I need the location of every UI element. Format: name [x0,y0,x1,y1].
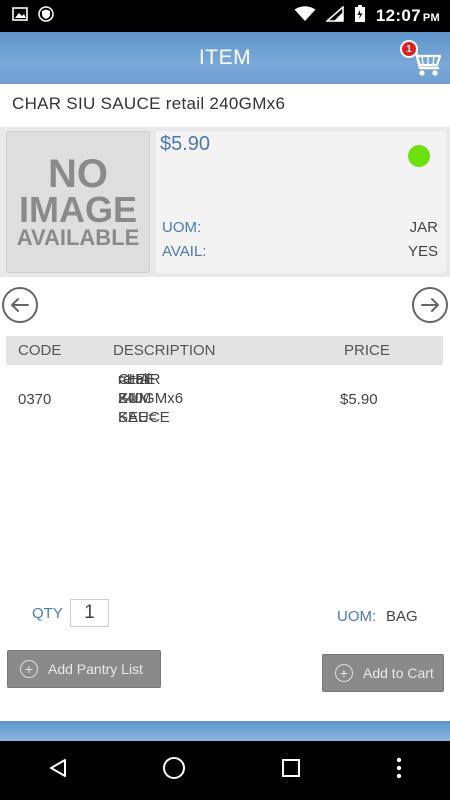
table-row[interactable]: 0370 CHAR SIU SAUCE retail 240GMx6 =LEE … [6,365,443,437]
back-button[interactable] [47,757,69,784]
plus-icon: + [335,664,353,682]
add-to-cart-button[interactable]: + Add to Cart [322,654,444,692]
avail-value: YES [407,243,438,260]
bottom-divider [0,721,450,741]
uom-label: UOM: [162,219,202,236]
item-table: CODE DESCRIPTION PRICE 0370 CHAR SIU SAU… [6,336,443,437]
item-price: $5.90 [160,133,211,155]
uom-row: UOM: JAR [162,219,438,236]
app-bar: ITEM 1 [0,32,450,84]
arrow-left-icon [11,298,29,312]
header-code: CODE [18,342,62,359]
clock: 12:07 PM [375,6,440,25]
signal-icon [324,4,344,27]
add-pantry-list-label: Add Pantry List [48,661,143,677]
battery-icon [354,4,366,28]
back-triangle-icon [49,759,66,777]
home-circle-icon [163,757,186,779]
uom-value: JAR [409,219,438,236]
system-nav-bar [0,741,450,800]
row-code: 0370 [18,391,52,408]
row-price: $5.90 [340,391,378,408]
previous-item-button[interactable] [2,287,38,323]
no-image-placeholder: NO IMAGE AVAILABLE [6,131,150,273]
availability-indicator [408,145,430,167]
header-price: PRICE [344,342,390,359]
qty-input[interactable]: 1 [70,599,109,627]
no-image-line-1: NO [48,152,108,197]
page-title: ITEM [198,46,252,69]
home-button[interactable] [162,756,186,785]
recents-button[interactable] [280,757,302,784]
shield-icon [38,5,54,27]
status-bar: 12:07 PM [0,0,450,32]
cart-button[interactable]: 1 [400,38,444,80]
table-header: CODE DESCRIPTION PRICE [6,336,443,365]
wifi-icon [294,5,316,27]
plus-icon: + [20,660,38,678]
gallery-icon [12,6,28,27]
next-item-button[interactable] [412,287,448,323]
no-image-line-3: AVAILABLE [16,224,140,250]
order-uom-value[interactable]: BAG [386,608,418,625]
row-description-line: =LEE KUM KEE= [118,371,157,426]
overflow-menu-button[interactable] [395,756,403,785]
add-pantry-list-button[interactable]: + Add Pantry List [7,650,161,688]
recents-square-icon [281,759,300,777]
add-to-cart-label: Add to Cart [363,665,434,681]
avail-label: AVAIL: [162,243,207,260]
order-uom-label: UOM: [337,608,377,625]
arrow-right-icon [421,298,439,312]
qty-label: QTY [32,605,63,622]
header-description: DESCRIPTION [113,342,216,359]
avail-row: AVAIL: YES [162,243,438,260]
more-vertical-icon [397,757,402,779]
item-detail: $5.90 UOM: JAR AVAIL: YES [156,131,446,273]
item-name: CHAR SIU SAUCE retail 240GMx6 [12,94,286,113]
no-image-line-2: IMAGE [18,189,137,231]
item-info-panel: NO IMAGE AVAILABLE $5.90 UOM: JAR AVAIL:… [0,127,450,277]
cart-badge: 1 [400,40,418,58]
